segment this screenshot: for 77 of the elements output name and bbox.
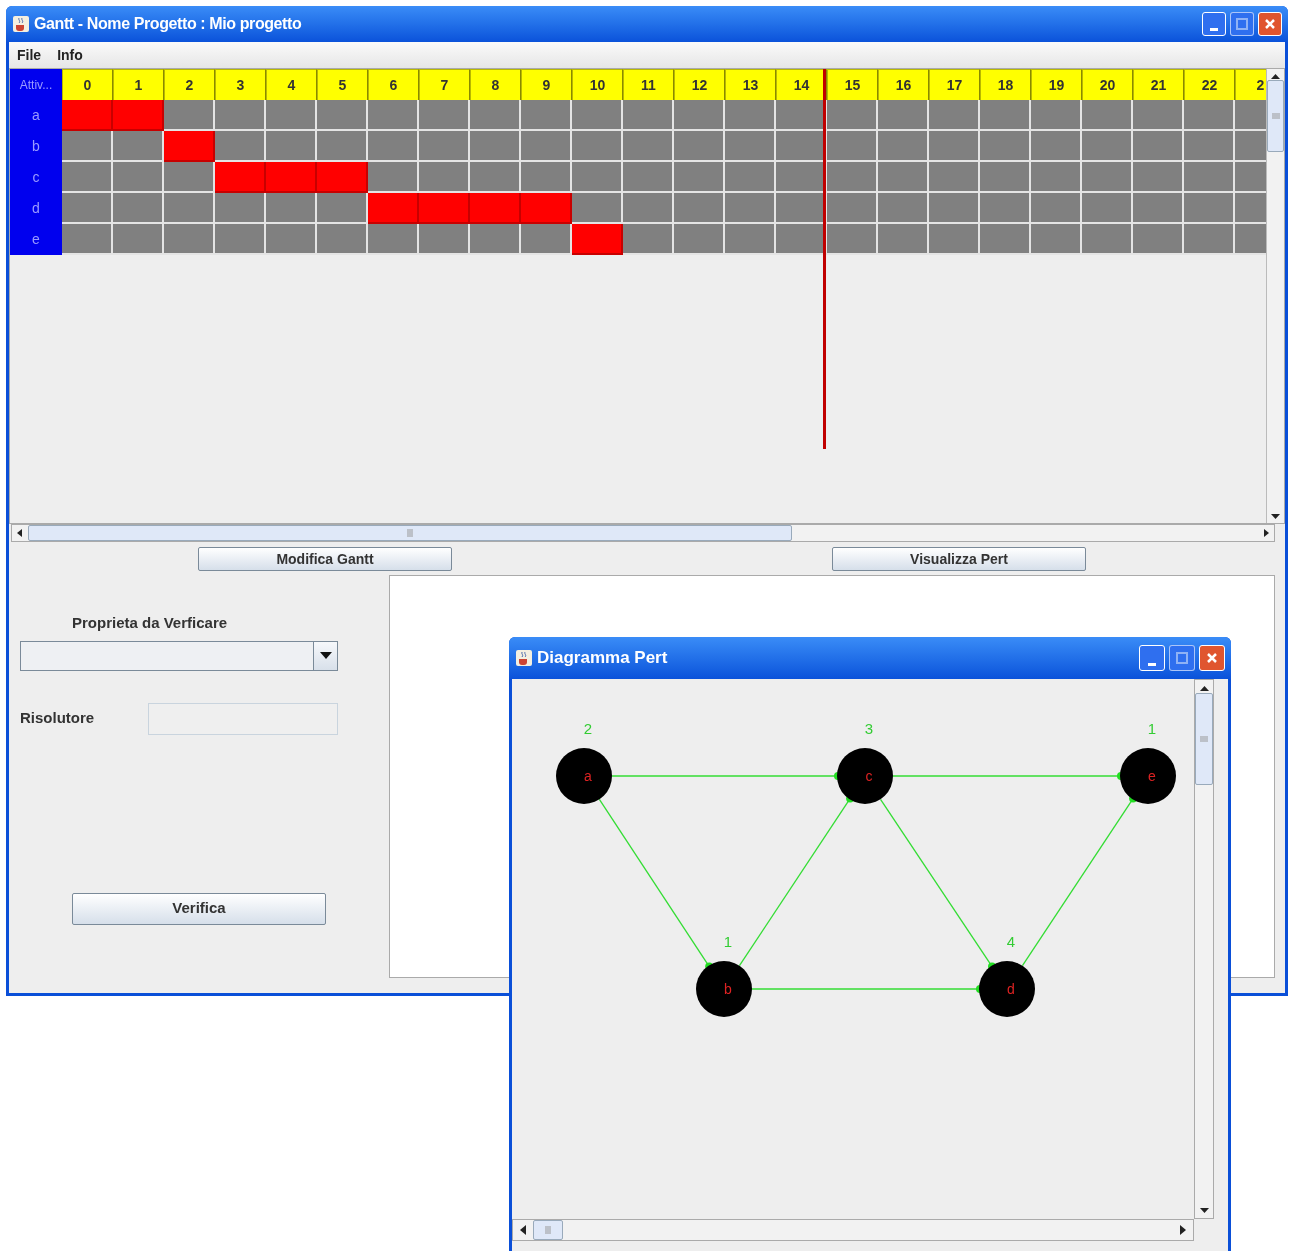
property-dropdown[interactable] — [20, 640, 338, 671]
duration-label: 1 — [1147, 720, 1157, 737]
column-header: 14 — [776, 69, 827, 100]
close-button[interactable] — [1199, 645, 1225, 671]
column-header: 21 — [1133, 69, 1184, 100]
duration-label: 2 — [583, 720, 593, 737]
column-header: 6 — [368, 69, 419, 100]
pert-node: a — [556, 748, 612, 804]
row-header: b — [10, 131, 62, 162]
column-header: 5 — [317, 69, 368, 100]
java-cup-icon — [515, 649, 533, 667]
grip-icon — [1271, 113, 1280, 119]
minimize-button[interactable] — [1139, 645, 1165, 671]
row-header: a — [10, 100, 62, 131]
horizontal-scrollbar[interactable] — [512, 1219, 1194, 1241]
column-header: 12 — [674, 69, 725, 100]
window-title: Gantt - Nome Progetto : Mio progetto — [34, 14, 302, 34]
grip-icon — [1200, 736, 1208, 742]
row-header: c — [10, 162, 62, 193]
column-header: 16 — [878, 69, 929, 100]
pert-node: e — [1120, 748, 1176, 804]
pert-node: c — [837, 748, 893, 804]
row-header: e — [10, 224, 62, 255]
column-header: Attiv... — [10, 69, 62, 100]
column-header: 2 — [1235, 69, 1266, 100]
column-header: 3 — [215, 69, 266, 100]
column-header: 1 — [113, 69, 164, 100]
property-label: Proprieta da Verficare — [72, 613, 229, 633]
java-cup-icon — [12, 15, 30, 33]
grip-icon — [407, 529, 413, 537]
column-header: 2 — [164, 69, 215, 100]
column-header: 8 — [470, 69, 521, 100]
action-button[interactable]: Visualizza Pert — [832, 547, 1086, 571]
horizontal-scrollbar[interactable] — [11, 524, 1275, 542]
scrollbar-thumb[interactable] — [1267, 80, 1284, 152]
column-header: 18 — [980, 69, 1031, 100]
menu-item[interactable]: File — [17, 44, 42, 66]
column-header: 4 — [266, 69, 317, 100]
duration-label: 3 — [864, 720, 874, 737]
pert-node: b — [696, 961, 752, 1017]
scrollbar-thumb[interactable] — [1195, 693, 1213, 785]
column-header: 17 — [929, 69, 980, 100]
column-header: 22 — [1184, 69, 1235, 100]
column-header: 10 — [572, 69, 623, 100]
minimize-icon — [1148, 663, 1156, 666]
close-icon — [1264, 18, 1276, 30]
column-header: 7 — [419, 69, 470, 100]
vertical-scrollbar[interactable] — [1194, 679, 1214, 1219]
column-header: 0 — [62, 69, 113, 100]
row-header: d — [10, 193, 62, 224]
duration-label: 4 — [1006, 933, 1016, 950]
column-header: 15 — [827, 69, 878, 100]
action-button[interactable]: Modifica Gantt — [198, 547, 452, 571]
scrollbar-thumb[interactable] — [533, 1220, 563, 1240]
column-header: 13 — [725, 69, 776, 100]
menu-item[interactable]: Info — [57, 44, 83, 66]
caret-icon — [319, 652, 332, 659]
maximize-button[interactable] — [1230, 12, 1254, 36]
solver-label: Risolutore — [20, 708, 96, 729]
maximize-icon — [1236, 18, 1248, 30]
verify-button[interactable]: Verifica — [72, 892, 326, 925]
column-header: 9 — [521, 69, 572, 100]
vertical-scrollbar[interactable] — [1266, 69, 1284, 523]
column-header: 11 — [623, 69, 674, 100]
scrollbar-thumb[interactable] — [28, 525, 792, 541]
close-button[interactable] — [1258, 12, 1282, 36]
grip-icon — [545, 1226, 551, 1234]
column-header: 19 — [1031, 69, 1082, 100]
maximize-button[interactable] — [1169, 645, 1195, 671]
pert-node: d — [979, 961, 1035, 1017]
maximize-icon — [1176, 652, 1188, 664]
minimize-icon — [1210, 28, 1218, 31]
column-header: 20 — [1082, 69, 1133, 100]
duration-label: 1 — [723, 933, 733, 950]
window-title: Diagramma Pert — [537, 647, 668, 670]
close-icon — [1206, 652, 1218, 664]
minimize-button[interactable] — [1202, 12, 1226, 36]
